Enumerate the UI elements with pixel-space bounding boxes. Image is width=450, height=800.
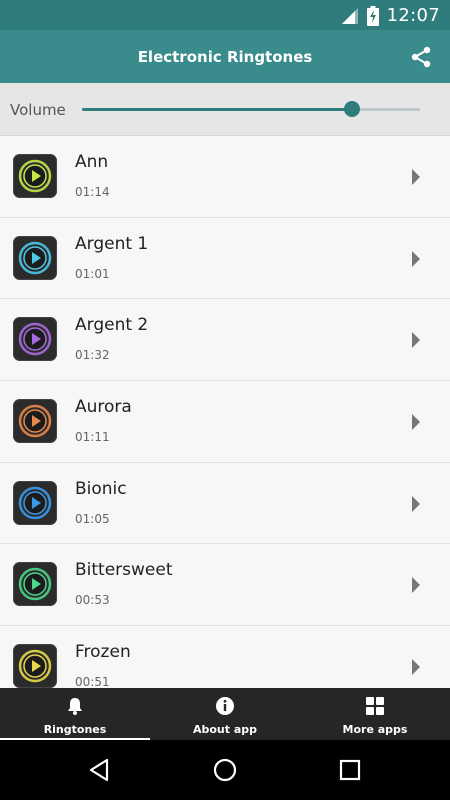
ringtone-row[interactable]: Bionic 01:05	[0, 462, 450, 545]
system-nav-bar	[0, 740, 450, 800]
ringtone-row[interactable]: Ann 01:14	[0, 136, 450, 218]
play-icon	[18, 486, 52, 519]
play-button[interactable]	[13, 562, 57, 607]
ringtone-duration: 01:32	[75, 348, 110, 363]
volume-label: Volume	[10, 101, 66, 119]
ringtone-duration: 01:14	[75, 185, 110, 199]
page-title: Electronic Ringtones	[137, 48, 313, 66]
play-button[interactable]	[13, 235, 57, 280]
chevron-right-icon[interactable]	[412, 495, 420, 512]
ringtone-duration: 01:11	[75, 430, 110, 445]
chevron-right-icon[interactable]	[412, 414, 420, 431]
ringtone-duration: 00:53	[75, 593, 110, 608]
play-icon	[18, 159, 52, 193]
play-button[interactable]	[13, 644, 57, 688]
app-bar: Electronic Ringtones	[0, 30, 450, 83]
grid-icon	[366, 697, 384, 715]
chevron-right-icon[interactable]	[412, 577, 420, 594]
back-icon[interactable]	[86, 757, 112, 783]
tab-ringtones-label: Ringtones	[43, 723, 107, 736]
ringtone-title: Bittersweet	[75, 560, 173, 581]
ringtone-title: Argent 1	[75, 233, 149, 254]
ringtone-row[interactable]: Frozen 00:51	[0, 626, 450, 688]
ringtone-title: Frozen	[75, 642, 131, 663]
play-button[interactable]	[13, 399, 57, 444]
ringtone-row[interactable]: Aurora 01:11	[0, 381, 450, 463]
share-icon[interactable]	[410, 46, 432, 68]
info-icon	[216, 697, 234, 715]
ringtone-duration: 00:51	[75, 675, 110, 688]
home-icon[interactable]	[212, 757, 238, 783]
ringtone-row[interactable]: Argent 1 01:01	[0, 217, 450, 300]
volume-slider-fill	[82, 108, 353, 111]
recents-icon[interactable]	[337, 757, 363, 783]
tab-more-apps[interactable]: More apps	[300, 688, 450, 740]
tab-ringtones[interactable]: Ringtones	[0, 688, 150, 740]
tab-more-apps-label: More apps	[342, 723, 408, 736]
play-icon	[18, 323, 52, 356]
play-icon	[18, 241, 52, 274]
ringtone-title: Ann	[75, 152, 109, 172]
ringtone-duration: 01:01	[75, 266, 110, 281]
bottom-nav: Ringtones About app More apps	[0, 688, 450, 740]
battery-charging-icon	[366, 5, 379, 26]
ringtone-list[interactable]: Ann 01:14 Argent 1 01:01 Argent 2 01:32 Aurora…	[0, 136, 450, 688]
bell-icon	[68, 698, 82, 715]
chevron-right-icon[interactable]	[412, 250, 420, 267]
tab-about-app[interactable]: About app	[150, 688, 300, 740]
status-bar: 12:07	[0, 0, 450, 30]
play-button[interactable]	[13, 154, 57, 198]
ringtone-title: Argent 2	[75, 315, 149, 336]
play-icon	[18, 568, 52, 601]
ringtone-title: Bionic	[75, 478, 127, 499]
play-button[interactable]	[13, 480, 57, 525]
chevron-right-icon[interactable]	[412, 332, 420, 349]
chevron-right-icon[interactable]	[412, 659, 420, 676]
play-button[interactable]	[13, 317, 57, 362]
play-icon	[18, 649, 52, 683]
volume-slider[interactable]	[82, 101, 420, 117]
ringtone-title: Aurora	[75, 397, 132, 418]
ringtone-row[interactable]: Argent 2 01:32	[0, 299, 450, 382]
ringtone-row[interactable]: Bittersweet 00:53	[0, 544, 450, 627]
volume-row: Volume	[0, 83, 450, 136]
tab-about-app-label: About app	[192, 723, 258, 736]
status-time: 12:07	[386, 5, 440, 26]
volume-slider-thumb[interactable]	[344, 101, 361, 117]
chevron-right-icon[interactable]	[412, 169, 420, 185]
signal-icon	[341, 7, 358, 24]
ringtone-duration: 01:05	[75, 511, 110, 526]
play-icon	[18, 404, 52, 438]
